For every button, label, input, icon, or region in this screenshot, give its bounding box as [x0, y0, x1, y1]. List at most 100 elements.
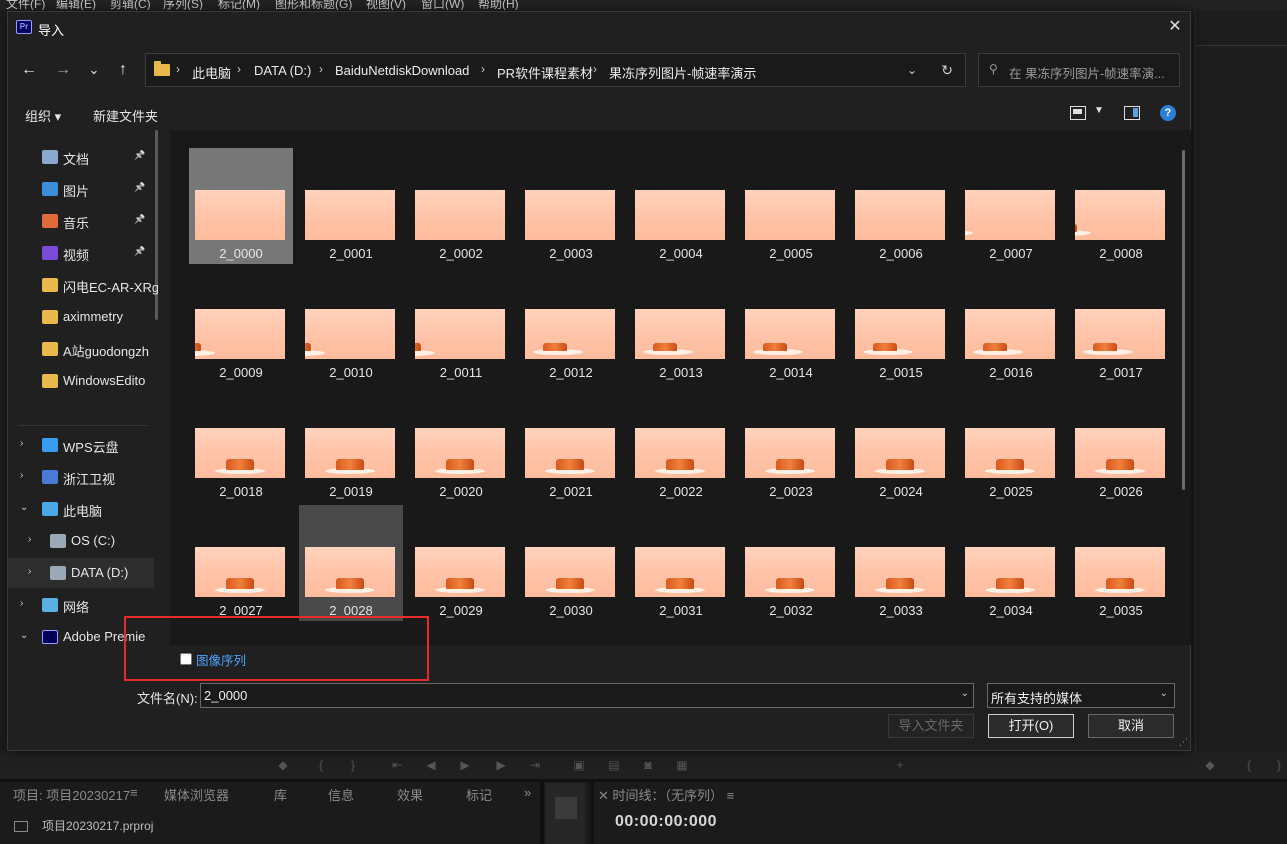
file-item[interactable]: 2_0026 [1069, 386, 1173, 502]
file-item[interactable]: 2_0033 [849, 505, 953, 621]
file-item[interactable]: 2_0025 [959, 386, 1063, 502]
project-file-item[interactable]: 项目20230217.prproj [14, 817, 153, 834]
refresh-icon[interactable]: ↻ [941, 62, 953, 79]
file-item[interactable]: 2_0034 [959, 505, 1063, 621]
sidebar-item[interactable]: 音乐 📌 [8, 206, 154, 236]
sidebar-item[interactable]: 图片 📌 [8, 174, 154, 204]
timeline-close-icon[interactable]: ✕ [598, 788, 613, 803]
file-item[interactable]: 2_0024 [849, 386, 953, 502]
file-item[interactable]: 2_0023 [739, 386, 843, 502]
file-item[interactable]: 2_0014 [739, 267, 843, 383]
recent-locations-button[interactable]: ⌄ [84, 60, 104, 80]
mark-in-icon[interactable]: { [314, 758, 328, 772]
filename-value[interactable]: 2_0000 [204, 688, 247, 703]
go-to-in-icon[interactable]: ⇤ [390, 758, 404, 772]
forward-button[interactable]: → [53, 60, 73, 80]
menu-item[interactable]: 帮助(H) [478, 0, 519, 10]
sidebar-item[interactable]: 视频 📌 [8, 238, 154, 268]
chevron-right-icon[interactable]: › [20, 470, 30, 481]
address-bar[interactable]: › 此电脑 › DATA (D:) › BaiduNetdiskDownload… [145, 53, 966, 87]
chevron-right-icon[interactable]: › [481, 62, 485, 76]
file-item[interactable]: 2_0000 [189, 148, 293, 264]
chevron-down-icon[interactable]: ⌄ [907, 63, 917, 77]
overwrite-icon[interactable]: ▤ [607, 758, 621, 772]
search-input[interactable]: 在 果冻序列图片-帧速率演... [1009, 63, 1174, 82]
resize-grip-icon[interactable]: ⋰ [1179, 737, 1188, 748]
back-button[interactable]: ← [19, 60, 39, 80]
mark-out-icon-right[interactable]: } [1272, 758, 1286, 772]
file-item[interactable]: 2_0005 [739, 148, 843, 264]
tab-info[interactable]: 信息 [328, 785, 354, 804]
menu-item[interactable]: 文件(F) [6, 0, 45, 10]
file-item[interactable]: 2_0013 [629, 267, 733, 383]
chevron-right-icon[interactable]: › [319, 62, 323, 76]
go-to-out-icon[interactable]: ⇥ [528, 758, 542, 772]
file-item[interactable]: 2_0030 [519, 505, 623, 621]
chevron-down-icon[interactable]: ⌄ [20, 630, 30, 641]
menu-item[interactable]: 编辑(E) [56, 0, 96, 10]
marker-icon-right[interactable]: ◆ [1203, 758, 1217, 772]
sidebar-tree-item[interactable]: › DATA (D:) [8, 558, 154, 588]
chevron-right-icon[interactable]: › [28, 534, 38, 545]
file-item[interactable]: 2_0007 [959, 148, 1063, 264]
chevron-down-icon[interactable]: ⌄ [20, 502, 30, 513]
file-item[interactable]: 2_0016 [959, 267, 1063, 383]
more-tabs-icon[interactable]: » [524, 785, 531, 800]
file-item[interactable]: 2_0022 [629, 386, 733, 502]
mark-out-icon[interactable]: } [346, 758, 360, 772]
file-item[interactable]: 2_0032 [739, 505, 843, 621]
file-item[interactable]: 2_0003 [519, 148, 623, 264]
compare-icon[interactable]: ▦ [675, 758, 689, 772]
timeline-menu-icon[interactable]: ≡ [727, 788, 735, 803]
chevron-down-icon[interactable]: ⌄ [1160, 688, 1168, 699]
file-item[interactable]: 2_0008 [1069, 148, 1173, 264]
open-button[interactable]: 打开(O) [988, 714, 1074, 738]
play-icon[interactable]: ▶ [458, 758, 472, 772]
sidebar-item[interactable]: 闪电EC-AR-XRg [8, 270, 158, 300]
chevron-right-icon[interactable]: › [237, 62, 241, 76]
tab-markers[interactable]: 标记 [466, 785, 492, 804]
file-item[interactable]: 2_0012 [519, 267, 623, 383]
breadcrumb-this-pc[interactable]: 此电脑 [192, 63, 231, 82]
export-frame-icon[interactable]: ◙ [641, 758, 655, 772]
file-item[interactable]: 2_0001 [299, 148, 403, 264]
cancel-button[interactable]: 取消 [1088, 714, 1174, 738]
search-box[interactable]: ⚲ 在 果冻序列图片-帧速率演... [978, 53, 1180, 87]
image-sequence-checkbox[interactable] [180, 653, 192, 665]
sidebar-item[interactable]: A站guodongzh [8, 334, 154, 364]
sidebar-tree-item[interactable]: › 浙江卫视 [8, 462, 154, 492]
file-item[interactable]: 2_0029 [409, 505, 513, 621]
breadcrumb-data-drive[interactable]: DATA (D:) [254, 63, 311, 78]
file-item[interactable]: 2_0011 [409, 267, 513, 383]
breadcrumb-pr-course[interactable]: PR软件课程素材 [497, 63, 593, 82]
menu-item[interactable]: 序列(S) [163, 0, 203, 10]
sidebar-item[interactable]: WindowsEdito [8, 366, 154, 396]
sidebar-tree-item[interactable]: ⌄ 此电脑 [8, 494, 154, 524]
change-view-icon[interactable] [1070, 106, 1086, 120]
file-item[interactable]: 2_0015 [849, 267, 953, 383]
menu-item[interactable]: 图形和标题(G) [275, 0, 352, 10]
file-item[interactable]: 2_0019 [299, 386, 403, 502]
tab-media-browser[interactable]: 媒体浏览器 [164, 785, 229, 804]
step-back-icon[interactable]: ◀ [424, 758, 438, 772]
sidebar-item[interactable]: aximmetry [8, 302, 154, 332]
sidebar-tree-item[interactable]: › OS (C:) [8, 526, 154, 556]
import-folder-button[interactable]: 导入文件夹 [888, 714, 974, 738]
timecode[interactable]: 00:00:00:000 [615, 813, 717, 831]
mark-in-icon-right[interactable]: { [1242, 758, 1256, 772]
chevron-right-icon[interactable]: › [20, 438, 30, 449]
tab-menu-icon[interactable]: ≡ [130, 785, 138, 800]
tab-project[interactable]: 项目: 项目20230217 [13, 785, 130, 804]
menu-item[interactable]: 视图(V) [366, 0, 406, 10]
file-item[interactable]: 2_0035 [1069, 505, 1173, 621]
file-item[interactable]: 2_0021 [519, 386, 623, 502]
file-item[interactable]: 2_0006 [849, 148, 953, 264]
tab-library[interactable]: 库 [274, 785, 287, 804]
grid-scrollbar[interactable] [1182, 150, 1185, 490]
add-button-icon[interactable]: + [893, 758, 907, 772]
filetype-select[interactable]: 所有支持的媒体 ⌄ [987, 683, 1175, 708]
menu-item[interactable]: 窗口(W) [421, 0, 464, 10]
sidebar-item[interactable]: 文档 📌 [8, 142, 154, 172]
chevron-right-icon[interactable]: › [28, 566, 38, 577]
file-item[interactable]: 2_0027 [189, 505, 293, 621]
